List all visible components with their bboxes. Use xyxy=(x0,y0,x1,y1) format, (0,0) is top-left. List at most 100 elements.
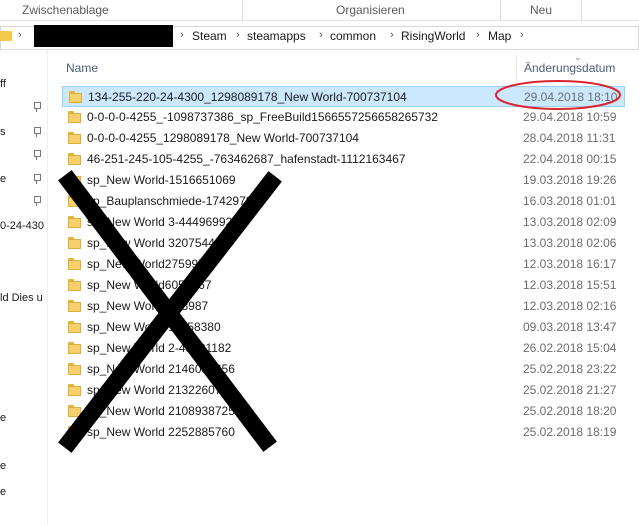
file-name: 134-255-220-24-4300_1298089178_New World… xyxy=(88,90,407,104)
chevron-right-icon[interactable]: › xyxy=(520,29,524,41)
file-row[interactable]: sp_New World 2-43891182 26.02.2018 15:04 xyxy=(62,338,639,359)
file-row[interactable]: sp_New World-1516651069 19.03.2018 19:26 xyxy=(62,170,639,191)
file-date: 26.02.2018 15:04 xyxy=(523,341,617,355)
nav-item-label[interactable]: ff xyxy=(0,78,6,90)
file-date: 09.03.2018 13:47 xyxy=(523,320,617,334)
address-bar[interactable]: › › Steam › steamapps › common › RisingW… xyxy=(0,25,639,50)
ribbon-group-clipboard: Zwischenablage xyxy=(22,3,109,17)
file-row[interactable]: sp_New World275997 12.03.2018 16:17 xyxy=(62,254,639,275)
pin-icon xyxy=(33,102,41,112)
chevron-right-icon[interactable]: › xyxy=(319,29,323,41)
file-date: 25.02.2018 21:27 xyxy=(523,383,617,397)
pin-icon xyxy=(33,196,41,206)
file-row[interactable]: sp_New World 2108938725 25.02.2018 18:20 xyxy=(62,401,639,422)
file-date: 29.04.2018 10:59 xyxy=(523,110,617,124)
column-header-date-modified[interactable]: Änderungsdatum xyxy=(524,61,615,75)
nav-item-label[interactable]: e xyxy=(0,486,6,498)
file-row[interactable]: sp_New World 2252885760 25.02.2018 18:19 xyxy=(62,422,639,443)
breadcrumb-map[interactable]: Map xyxy=(488,29,511,43)
column-header-name[interactable]: Name xyxy=(66,61,98,75)
folder-icon xyxy=(68,237,81,249)
folder-icon xyxy=(68,342,81,354)
file-row[interactable]: sp_New World 11058380 09.03.2018 13:47 xyxy=(62,317,639,338)
file-row[interactable]: 0-0-0-0-4255_1298089178_New World-700737… xyxy=(62,128,639,149)
file-date: 25.02.2018 23:22 xyxy=(523,362,617,376)
file-name: sp_Bauplanschmiede-1742978 xyxy=(87,194,253,208)
file-name: sp_New World 2132260711 xyxy=(87,383,234,397)
folder-icon xyxy=(68,216,81,228)
file-row[interactable]: sp_New World 3-44496992 13.03.2018 02:09 xyxy=(62,212,639,233)
file-row[interactable]: sp_New World 32075442 13.03.2018 02:06 xyxy=(62,233,639,254)
nav-item-label[interactable]: s xyxy=(0,126,6,138)
file-row[interactable]: 134-255-220-24-4300_1298089178_New World… xyxy=(62,86,625,107)
breadcrumb-steamapps[interactable]: steamapps xyxy=(247,29,306,43)
file-date: 25.02.2018 18:19 xyxy=(523,425,617,439)
file-date: 28.04.2018 11:31 xyxy=(523,131,616,145)
chevron-right-icon[interactable]: › xyxy=(236,29,240,41)
nav-item-label[interactable]: 0-24-430 xyxy=(0,220,44,232)
file-row[interactable]: sp_Bauplanschmiede-1742978 16.03.2018 01… xyxy=(62,191,639,212)
file-date: 13.03.2018 02:09 xyxy=(523,215,617,229)
ribbon-separator xyxy=(242,0,243,20)
file-date: 29.04.2018 18:10 xyxy=(524,90,618,104)
folder-icon xyxy=(68,258,81,270)
folder-icon xyxy=(68,195,81,207)
folder-icon xyxy=(69,91,82,103)
folder-icon xyxy=(68,426,81,438)
file-name: sp_New World275997 xyxy=(87,257,205,271)
file-name: sp_New World 318987 xyxy=(87,299,209,313)
pane-divider[interactable] xyxy=(47,50,48,525)
ribbon-separator xyxy=(500,0,501,20)
file-name: sp_New World 2108938725 xyxy=(87,404,235,418)
breadcrumb-steam[interactable]: Steam xyxy=(192,29,227,43)
folder-icon xyxy=(68,363,81,375)
folder-icon xyxy=(68,300,81,312)
file-row[interactable]: sp_New World 318987 12.03.2018 02:16 xyxy=(62,296,639,317)
nav-item-label[interactable]: e xyxy=(0,412,6,424)
file-name: sp_New World 3-44496992 xyxy=(87,215,233,229)
chevron-right-icon[interactable]: › xyxy=(180,29,184,41)
ribbon-separator xyxy=(581,0,582,20)
file-row[interactable]: sp_New World6056767 12.03.2018 15:51 xyxy=(62,275,639,296)
file-date: 25.02.2018 18:20 xyxy=(523,404,617,418)
pin-icon xyxy=(33,174,41,184)
file-date: 13.03.2018 02:06 xyxy=(523,236,617,250)
folder-icon xyxy=(0,31,12,41)
file-name: sp_New World 2252885760 xyxy=(87,425,235,439)
folder-icon xyxy=(68,174,81,186)
pin-icon xyxy=(33,150,41,160)
file-row[interactable]: 46-251-245-105-4255_-763462687_hafenstad… xyxy=(62,149,639,170)
folder-icon xyxy=(68,384,81,396)
redacted-path-segment xyxy=(34,25,173,47)
nav-item-label[interactable]: ld Dies u xyxy=(0,292,43,304)
file-date: 16.03.2018 01:01 xyxy=(523,194,617,208)
file-row[interactable]: sp_New World 2132260711 25.02.2018 21:27 xyxy=(62,380,639,401)
nav-item-label[interactable]: e xyxy=(0,460,6,472)
breadcrumb-risingworld[interactable]: RisingWorld xyxy=(401,29,465,43)
folder-icon xyxy=(68,111,81,123)
file-name: sp_New World-1516651069 xyxy=(87,173,236,187)
chevron-right-icon[interactable]: › xyxy=(18,29,22,41)
file-date: 12.03.2018 16:17 xyxy=(523,257,617,271)
pin-icon xyxy=(33,127,41,137)
ribbon-group-new: Neu xyxy=(530,3,553,17)
file-name: 46-251-245-105-4255_-763462687_hafenstad… xyxy=(87,152,406,166)
folder-icon xyxy=(68,405,81,417)
file-name: 0-0-0-0-4255_-1098737386_sp_FreeBuild156… xyxy=(87,110,438,124)
file-row[interactable]: 0-0-0-0-4255_-1098737386_sp_FreeBuild156… xyxy=(62,107,639,128)
chevron-right-icon[interactable]: › xyxy=(476,29,480,41)
folder-icon xyxy=(68,132,81,144)
chevron-right-icon[interactable]: › xyxy=(390,29,394,41)
file-name: 0-0-0-0-4255_1298089178_New World-700737… xyxy=(87,131,359,145)
file-date: 12.03.2018 02:16 xyxy=(523,299,617,313)
nav-item-label[interactable]: e xyxy=(0,173,6,185)
folder-icon xyxy=(68,279,81,291)
file-name: sp_New World 2146058656 xyxy=(87,362,235,376)
breadcrumb-common[interactable]: common xyxy=(330,29,376,43)
file-date: 19.03.2018 19:26 xyxy=(523,173,617,187)
file-row[interactable]: sp_New World 2146058656 25.02.2018 23:22 xyxy=(62,359,639,380)
file-name: sp_New World 11058380 xyxy=(87,320,221,334)
folder-icon xyxy=(68,321,81,333)
column-resize-handle[interactable] xyxy=(516,55,517,81)
file-name: sp_New World 32075442 xyxy=(87,236,222,250)
